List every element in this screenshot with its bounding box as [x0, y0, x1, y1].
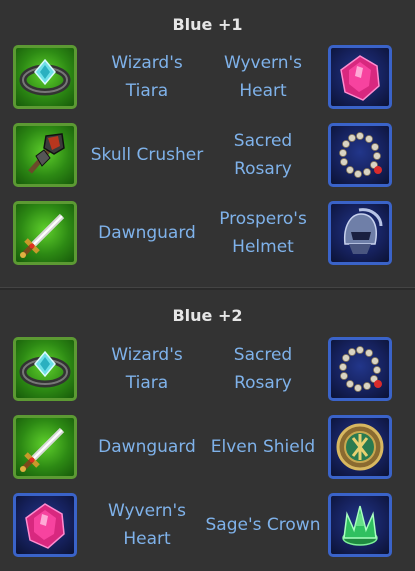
sacred-rosary-icon[interactable]: [328, 337, 392, 401]
wyverns-heart-icon[interactable]: [328, 45, 392, 109]
skull-crusher-icon[interactable]: [13, 123, 77, 187]
item-name-elven-shield: Elven Shield: [210, 437, 316, 457]
item-pair-row: Dawnguard Prospero's Helmet: [0, 201, 415, 269]
dawnguard-icon[interactable]: [13, 201, 77, 265]
wizards-tiara-icon[interactable]: [13, 45, 77, 109]
sacred-rosary-icon[interactable]: [328, 123, 392, 187]
prosperos-helmet-icon[interactable]: [328, 201, 392, 265]
item-name-dawnguard: Dawnguard: [98, 437, 196, 457]
section-title: Blue +2: [172, 306, 243, 325]
elven-shield-icon[interactable]: [328, 415, 392, 479]
item-name-wizards-tiara: Wizard's Tiara: [111, 345, 183, 393]
item-name-sages-crown: Sage's Crown: [205, 515, 321, 535]
item-pair-row: Dawnguard Elven Shield: [0, 415, 415, 483]
item-pair-row: Wyvern's Heart Sage's Crown: [0, 493, 415, 561]
item-name-dawnguard: Dawnguard: [98, 223, 196, 243]
section-blue-plus-1: Blue +1 Wizard's Tiara Wyvern's Heart Sk…: [0, 0, 415, 287]
item-name-sacred-rosary: Sacred Rosary: [233, 345, 293, 393]
item-name-wizards-tiara: Wizard's Tiara: [111, 53, 183, 101]
wizards-tiara-icon[interactable]: [13, 337, 77, 401]
item-name-prosperos-helmet: Prospero's Helmet: [219, 209, 307, 257]
item-pair-row: Wizard's Tiara Sacred Rosary: [0, 337, 415, 405]
item-name-wyverns-heart: Wyvern's Heart: [223, 53, 303, 101]
item-name-wyverns-heart: Wyvern's Heart: [107, 501, 187, 549]
wyverns-heart-icon[interactable]: [13, 493, 77, 557]
item-name-sacred-rosary: Sacred Rosary: [233, 131, 293, 179]
section-title: Blue +1: [172, 15, 243, 34]
item-pair-row: Wizard's Tiara Wyvern's Heart: [0, 45, 415, 113]
section-blue-plus-2: Blue +2 Wizard's Tiara Sacred Rosary Daw…: [0, 289, 415, 571]
sages-crown-icon[interactable]: [328, 493, 392, 557]
item-name-skull-crusher: Skull Crusher: [90, 145, 204, 165]
dawnguard-icon[interactable]: [13, 415, 77, 479]
item-pair-row: Skull Crusher Sacred Rosary: [0, 123, 415, 191]
